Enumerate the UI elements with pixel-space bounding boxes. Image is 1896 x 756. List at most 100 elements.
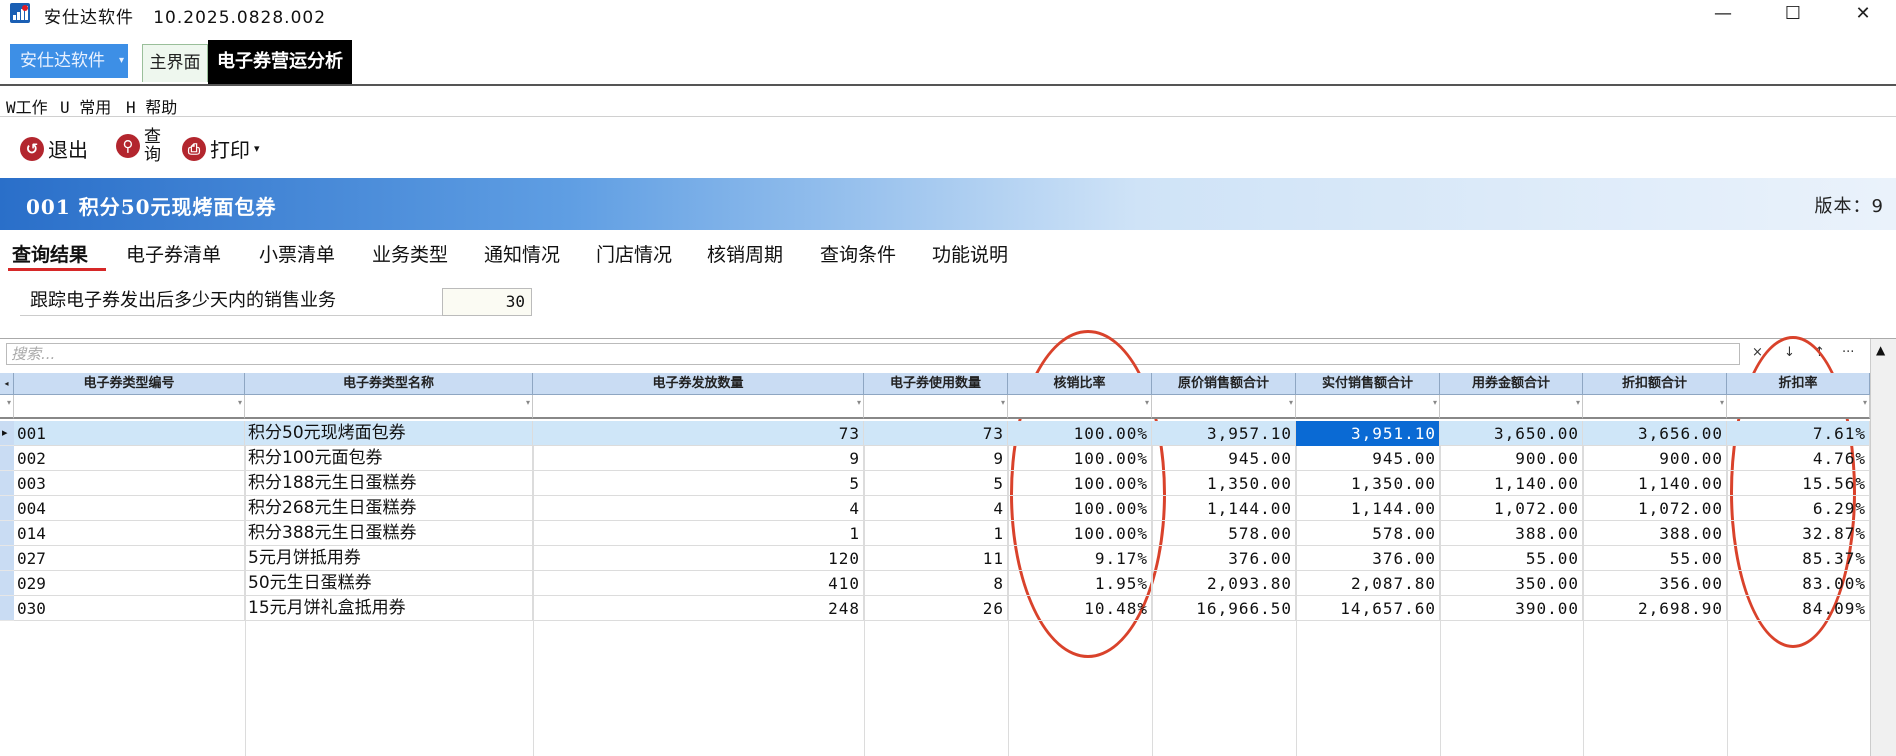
cell-coupon-code[interactable]: 014 xyxy=(14,521,245,546)
cell-paid-sales[interactable]: 578.00 xyxy=(1296,521,1440,546)
search-options-icon[interactable]: ··· xyxy=(1842,345,1854,360)
cell-original-sales[interactable]: 1,144.00 xyxy=(1152,496,1296,521)
table-row[interactable]: 001 积分50元现烤面包券 73 73 100.00% 3,957.10 3,951.10… xyxy=(14,421,1870,446)
row-indicator[interactable] xyxy=(0,446,14,471)
table-row[interactable]: 002 积分100元面包券 9 9 100.00% 945.00 945.00 900.00 9… xyxy=(14,446,1870,471)
cell-original-sales[interactable]: 945.00 xyxy=(1152,446,1296,471)
column-header-coupon-code[interactable]: 电子券类型编号 xyxy=(14,373,245,395)
menu-item-help[interactable]: H 帮助 xyxy=(126,94,177,118)
cell-used-count[interactable]: 4 xyxy=(864,496,1008,521)
cell-redemption-ratio[interactable]: 9.17% xyxy=(1008,546,1152,571)
cell-original-sales[interactable]: 578.00 xyxy=(1152,521,1296,546)
tab-main-screen[interactable]: 主界面 xyxy=(142,44,208,82)
close-button[interactable]: ✕ xyxy=(1838,0,1888,28)
cell-discount-rate[interactable]: 6.29% xyxy=(1727,496,1870,521)
cell-coupon-name[interactable]: 积分188元生日蛋糕券 xyxy=(245,471,533,496)
cell-issued-count[interactable]: 248 xyxy=(533,596,864,621)
chevron-down-icon[interactable]: ▾ xyxy=(254,142,260,155)
cell-discount-amount[interactable]: 356.00 xyxy=(1583,571,1727,596)
cell-coupon-amount[interactable]: 55.00 xyxy=(1440,546,1583,571)
column-header-used-count[interactable]: 电子券使用数量 xyxy=(864,373,1008,395)
cell-original-sales[interactable]: 3,957.10 xyxy=(1152,421,1296,446)
cell-issued-count[interactable]: 5 xyxy=(533,471,864,496)
column-filter-issued-count[interactable] xyxy=(533,395,864,419)
column-header-original-sales[interactable]: 原价销售额合计 xyxy=(1152,373,1296,395)
cell-used-count[interactable]: 8 xyxy=(864,571,1008,596)
cell-paid-sales[interactable]: 14,657.60 xyxy=(1296,596,1440,621)
cell-issued-count[interactable]: 73 xyxy=(533,421,864,446)
cell-discount-amount[interactable]: 1,072.00 xyxy=(1583,496,1727,521)
cell-coupon-code[interactable]: 027 xyxy=(14,546,245,571)
cell-used-count[interactable]: 5 xyxy=(864,471,1008,496)
exit-button[interactable]: ↺ 退出 xyxy=(20,134,88,163)
cell-coupon-amount[interactable]: 388.00 xyxy=(1440,521,1583,546)
cell-coupon-name[interactable]: 5元月饼抵用券 xyxy=(245,546,533,571)
table-row[interactable]: 027 5元月饼抵用券 120 11 9.17% 376.00 376.00 55.00 55.… xyxy=(14,546,1870,571)
row-indicator[interactable] xyxy=(0,496,14,521)
cell-coupon-amount[interactable]: 390.00 xyxy=(1440,596,1583,621)
cell-paid-sales[interactable]: 2,087.80 xyxy=(1296,571,1440,596)
tab-query-results[interactable]: 查询结果 xyxy=(12,240,88,267)
cell-coupon-code[interactable]: 030 xyxy=(14,596,245,621)
cell-coupon-amount[interactable]: 350.00 xyxy=(1440,571,1583,596)
tab-receipt-list[interactable]: 小票清单 xyxy=(259,240,335,267)
column-header-discount-rate[interactable]: 折扣率 xyxy=(1727,373,1870,395)
cell-issued-count[interactable]: 120 xyxy=(533,546,864,571)
cell-discount-rate[interactable]: 7.61% xyxy=(1727,421,1870,446)
row-indicator[interactable]: ▸ xyxy=(0,421,14,446)
cell-coupon-amount[interactable]: 1,140.00 xyxy=(1440,471,1583,496)
maximize-button[interactable]: ☐ xyxy=(1768,0,1818,28)
column-header-issued-count[interactable]: 电子券发放数量 xyxy=(533,373,864,395)
cell-redemption-ratio[interactable]: 100.00% xyxy=(1008,446,1152,471)
cell-discount-amount[interactable]: 55.00 xyxy=(1583,546,1727,571)
cell-issued-count[interactable]: 410 xyxy=(533,571,864,596)
cell-coupon-name[interactable]: 50元生日蛋糕券 xyxy=(245,571,533,596)
cell-redemption-ratio[interactable]: 100.00% xyxy=(1008,496,1152,521)
column-filter-coupon-code[interactable] xyxy=(14,395,245,419)
tab-business-type[interactable]: 业务类型 xyxy=(372,240,448,267)
minimize-button[interactable]: — xyxy=(1698,0,1748,28)
cell-used-count[interactable]: 1 xyxy=(864,521,1008,546)
column-header-coupon-amount[interactable]: 用券金额合计 xyxy=(1440,373,1583,395)
table-row[interactable]: 029 50元生日蛋糕券 410 8 1.95% 2,093.80 2,087.80 350.… xyxy=(14,571,1870,596)
cell-redemption-ratio[interactable]: 10.48% xyxy=(1008,596,1152,621)
tab-ecoupon-list[interactable]: 电子券清单 xyxy=(126,240,221,267)
cell-coupon-name[interactable]: 积分50元现烤面包券 xyxy=(245,421,533,446)
column-filter-redemption-ratio[interactable] xyxy=(1008,395,1152,419)
cell-coupon-code[interactable]: 003 xyxy=(14,471,245,496)
cell-issued-count[interactable]: 9 xyxy=(533,446,864,471)
table-row[interactable]: 003 积分188元生日蛋糕券 5 5 100.00% 1,350.00 1,350.00 1… xyxy=(14,471,1870,496)
column-filter-coupon-amount[interactable] xyxy=(1440,395,1583,419)
cell-original-sales[interactable]: 376.00 xyxy=(1152,546,1296,571)
row-indicator[interactable] xyxy=(0,546,14,571)
tab-notification-status[interactable]: 通知情况 xyxy=(484,240,560,267)
cell-used-count[interactable]: 9 xyxy=(864,446,1008,471)
query-button[interactable]: ⚲ 查询 xyxy=(116,128,161,164)
cell-redemption-ratio[interactable]: 100.00% xyxy=(1008,421,1152,446)
cell-coupon-name[interactable]: 积分388元生日蛋糕券 xyxy=(245,521,533,546)
print-button[interactable]: ⎙ 打印 ▾ xyxy=(182,134,260,163)
cell-redemption-ratio[interactable]: 100.00% xyxy=(1008,521,1152,546)
row-indicator[interactable] xyxy=(0,521,14,546)
column-filter-discount-amount[interactable] xyxy=(1583,395,1727,419)
cell-discount-rate[interactable]: 85.37% xyxy=(1727,546,1870,571)
cell-coupon-name[interactable]: 积分268元生日蛋糕券 xyxy=(245,496,533,521)
table-row[interactable]: 014 积分388元生日蛋糕券 1 1 100.00% 578.00 578.00 388.0… xyxy=(14,521,1870,546)
cell-coupon-name[interactable]: 15元月饼礼盒抵用券 xyxy=(245,596,533,621)
column-filter-discount-rate[interactable] xyxy=(1727,395,1870,419)
column-header-redemption-ratio[interactable]: 核销比率 xyxy=(1008,373,1152,395)
tab-store-status[interactable]: 门店情况 xyxy=(596,240,672,267)
cell-coupon-amount[interactable]: 900.00 xyxy=(1440,446,1583,471)
column-filter-used-count[interactable] xyxy=(864,395,1008,419)
cell-coupon-code[interactable]: 002 xyxy=(14,446,245,471)
cell-discount-rate[interactable]: 83.00% xyxy=(1727,571,1870,596)
cell-issued-count[interactable]: 1 xyxy=(533,521,864,546)
cell-discount-amount[interactable]: 2,698.90 xyxy=(1583,596,1727,621)
cell-paid-sales[interactable]: 3,951.10 xyxy=(1296,421,1440,446)
menu-item-work[interactable]: W工作 xyxy=(6,94,48,118)
cell-coupon-amount[interactable]: 1,072.00 xyxy=(1440,496,1583,521)
cell-discount-rate[interactable]: 84.09% xyxy=(1727,596,1870,621)
cell-paid-sales[interactable]: 1,144.00 xyxy=(1296,496,1440,521)
cell-used-count[interactable]: 26 xyxy=(864,596,1008,621)
column-filter-paid-sales[interactable] xyxy=(1296,395,1440,419)
